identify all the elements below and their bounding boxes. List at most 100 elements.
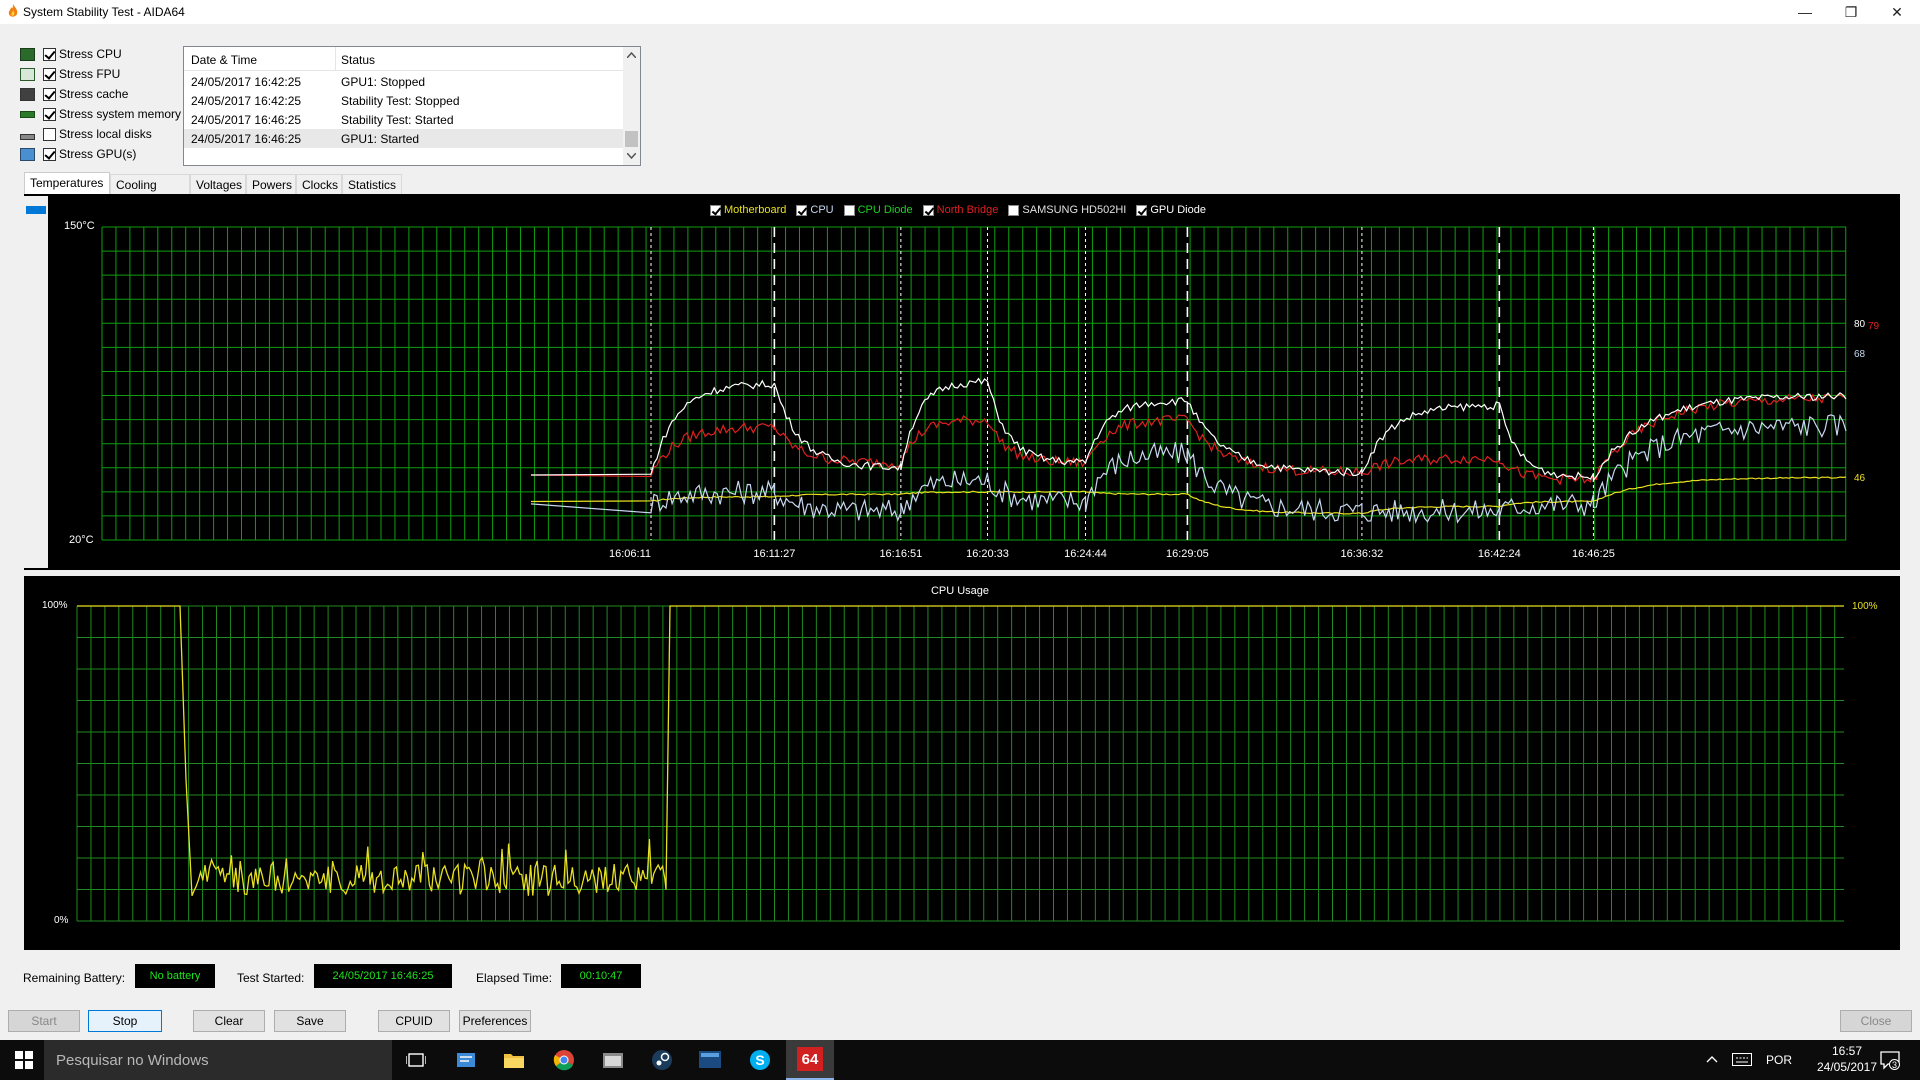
taskbar-app-skype[interactable]: S [736,1040,784,1080]
taskbar-app-file-explorer[interactable] [490,1040,538,1080]
clock-time: 16:57 [1831,1044,1863,1058]
legend-gpu-diode[interactable]: GPU Diode [1136,204,1206,216]
stress-memory-option[interactable]: Stress system memory [20,104,181,124]
event-log[interactable]: Date & Time Status 24/05/2017 16:42:25 G… [183,46,641,166]
stress-gpu-checkbox[interactable] [43,147,56,161]
tab-voltages[interactable]: Voltages [190,174,246,194]
stress-fpu-checkbox[interactable] [43,67,56,81]
close-button[interactable]: Close [1840,1010,1912,1032]
legend-checkbox[interactable] [843,204,855,216]
start-button[interactable]: Start [8,1010,80,1032]
elapsed-time-value: 00:10:47 [561,964,641,988]
legend-cpu[interactable]: CPU [796,204,834,216]
log-datetime: 24/05/2017 16:42:25 [191,75,302,89]
close-window-button[interactable]: ✕ [1874,0,1920,24]
battery-label: Remaining Battery: [23,971,126,985]
cpu-y-min-label: 0% [54,915,69,926]
legend-label: SAMSUNG HD502HI [1022,204,1127,216]
clock[interactable]: 16:57 24/05/2017 [1810,1044,1884,1074]
log-column-status[interactable]: Status [341,53,375,67]
log-scrollbar[interactable] [623,47,640,165]
stress-cpu-option[interactable]: Stress CPU [20,44,122,64]
stress-fpu-option[interactable]: Stress FPU [20,64,120,84]
log-row[interactable]: 24/05/2017 16:46:25 GPU1: Started [184,129,624,148]
time-label: 16:11:27 [753,548,795,560]
taskbar-app-steam-client[interactable] [589,1040,637,1080]
scroll-thumb[interactable] [625,131,638,147]
action-center-button[interactable]: 3 [1880,1050,1900,1073]
legend-checkbox[interactable] [796,204,808,216]
legend-label: CPU [810,204,834,216]
taskbar-app-monitor[interactable] [686,1040,734,1080]
taskbar-app-aida64[interactable]: 64 [786,1040,834,1080]
preferences-button[interactable]: Preferences [459,1010,531,1032]
legend-checkbox[interactable] [710,204,721,216]
stress-cache-label: Stress cache [59,87,129,101]
taskbar-search-box[interactable]: Pesquisar no Windows [44,1040,392,1080]
test-started-label: Test Started: [237,971,305,985]
scroll-down-icon[interactable] [627,153,636,159]
monitor-icon [20,147,35,161]
legend-checkbox[interactable] [1136,204,1148,216]
show-hidden-icons-button[interactable] [1706,1052,1718,1066]
cpu-current-value: 100% [1852,601,1878,612]
title-bar: System Stability Test - AIDA64 — ❐ ✕ [0,0,1920,24]
taskbar: Pesquisar no Windows S 64 POR 16:57 24/0… [0,1040,1920,1080]
keyboard-button[interactable] [1732,1053,1752,1069]
stress-disks-checkbox[interactable] [43,127,56,141]
time-label: 16:06:11 [609,548,651,560]
log-column-divider [335,47,336,71]
windows-logo-icon [15,1051,33,1069]
tab-powers[interactable]: Powers [246,174,296,194]
cache-icon [20,87,35,101]
tab-temperatures[interactable]: Temperatures [24,172,110,194]
legend-cpu-diode[interactable]: CPU Diode [843,204,913,216]
cpuid-button[interactable]: CPUID [378,1010,450,1032]
steam-icon [652,1050,672,1070]
log-row[interactable]: 24/05/2017 16:42:25 Stability Test: Stop… [184,91,624,110]
tab-cooling-fans[interactable]: Cooling Fans [110,174,190,206]
stress-memory-label: Stress system memory [59,107,182,121]
legend-motherboard[interactable]: Motherboard [710,204,786,216]
taskbar-app-notepad[interactable] [442,1040,490,1080]
tab-statistics[interactable]: Statistics [342,174,402,194]
start-menu-button[interactable] [0,1040,48,1080]
legend-label: North Bridge [936,204,999,216]
log-status: GPU1: Stopped [341,75,426,89]
memory-module-icon [20,110,35,118]
save-button[interactable]: Save [274,1010,346,1032]
task-view-button[interactable] [392,1040,440,1080]
stress-memory-checkbox[interactable] [43,107,56,121]
stress-fpu-label: Stress FPU [59,67,121,81]
stress-cache-checkbox[interactable] [43,87,56,101]
stress-cache-option[interactable]: Stress cache [20,84,128,104]
legend-checkbox[interactable] [922,204,934,216]
flame-app-icon [8,4,18,17]
scroll-up-icon[interactable] [627,52,636,58]
chart-selector-strip[interactable] [24,196,48,568]
legend-samsung-hd502hi[interactable]: SAMSUNG HD502HI [1008,204,1126,216]
clear-button[interactable]: Clear [193,1010,265,1032]
log-column-datetime[interactable]: Date & Time [191,53,257,67]
taskbar-app-steam[interactable] [638,1040,686,1080]
cpu-usage-chart: CPU Usage 100% 0% 100% [42,585,1878,926]
time-label: 16:20:33 [966,548,1009,560]
tab-clocks[interactable]: Clocks [296,174,342,194]
stop-button[interactable]: Stop [88,1010,162,1032]
legend-north-bridge[interactable]: North Bridge [922,204,999,216]
stress-gpu-option[interactable]: Stress GPU(s) [20,144,136,164]
skype-icon: S [750,1050,770,1070]
log-row[interactable]: 24/05/2017 16:46:25 Stability Test: Star… [184,110,624,129]
log-row[interactable]: 24/05/2017 16:42:25 GPU1: Stopped [184,72,624,91]
end-value-label: 79 [1868,321,1880,332]
minimize-button[interactable]: — [1782,0,1828,24]
task-view-icon [406,1053,426,1067]
legend-checkbox[interactable] [1008,204,1020,216]
stress-cpu-checkbox[interactable] [43,47,56,61]
language-indicator[interactable]: POR [1766,1053,1792,1067]
chart-selector-indicator[interactable] [26,206,46,214]
stress-disks-option[interactable]: Stress local disks [20,124,152,144]
taskbar-app-chrome[interactable] [540,1040,588,1080]
stress-gpu-label: Stress GPU(s) [59,147,137,161]
maximize-button[interactable]: ❐ [1828,0,1874,24]
